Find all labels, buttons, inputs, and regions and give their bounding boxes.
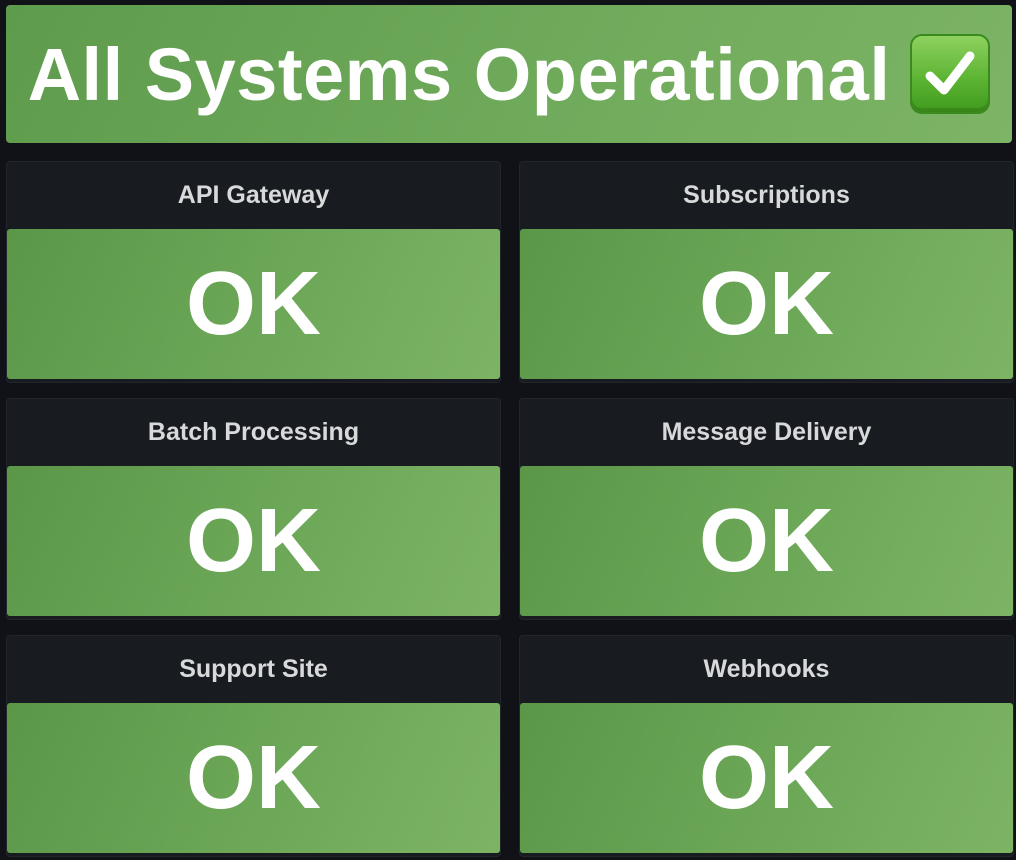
panel-status-box: OK (7, 229, 500, 379)
panel-status-value: OK (699, 491, 834, 591)
panel-status-box: OK (7, 466, 500, 616)
status-panel-api-gateway[interactable]: API Gateway OK (6, 161, 501, 383)
panel-title: Batch Processing (147, 417, 360, 446)
panel-status-value: OK (186, 254, 321, 354)
status-panel-batch-processing[interactable]: Batch Processing OK (6, 398, 501, 620)
status-panel-message-delivery[interactable]: Message Delivery OK (519, 398, 1014, 620)
panel-status-value: OK (699, 728, 834, 828)
status-panel-subscriptions[interactable]: Subscriptions OK (519, 161, 1014, 383)
check-mark-button-icon (910, 34, 991, 114)
panel-status-box: OK (7, 703, 500, 853)
status-dashboard: All Systems Operational API Gateway OK S… (0, 0, 1016, 860)
status-panel-webhooks[interactable]: Webhooks OK (519, 635, 1014, 857)
panel-status-box: OK (520, 229, 1013, 379)
panel-status-value: OK (699, 254, 834, 354)
panel-title: Webhooks (703, 654, 830, 683)
overall-status-banner: All Systems Operational (6, 5, 1012, 143)
status-panel-support-site[interactable]: Support Site OK (6, 635, 501, 857)
panel-status-box: OK (520, 466, 1013, 616)
panel-title: Support Site (179, 654, 328, 683)
panel-status-value: OK (186, 728, 321, 828)
panel-title: Subscriptions (683, 180, 850, 209)
panel-title: Message Delivery (661, 417, 872, 446)
panel-title: API Gateway (177, 180, 330, 209)
panel-status-value: OK (186, 491, 321, 591)
overall-status-text: All Systems Operational (27, 32, 891, 116)
panel-status-box: OK (520, 703, 1013, 853)
